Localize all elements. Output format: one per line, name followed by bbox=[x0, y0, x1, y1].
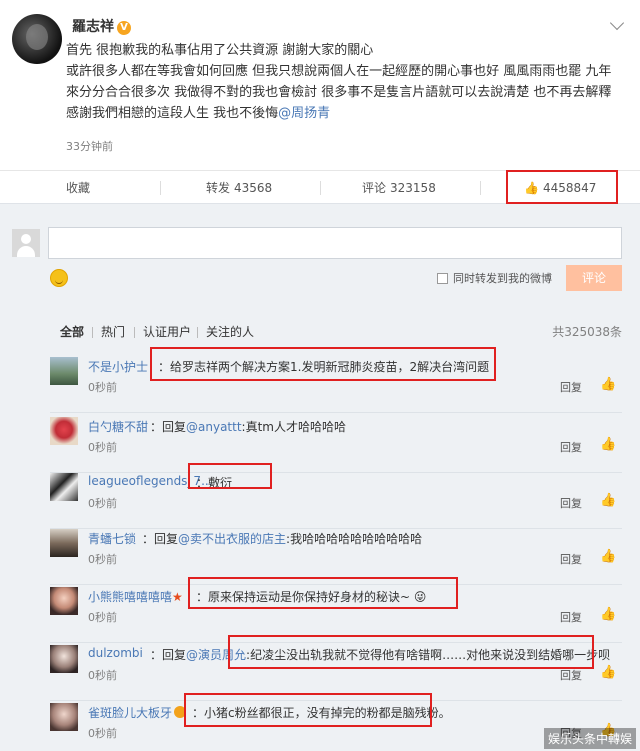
commenter-name[interactable]: 不是小护士 bbox=[88, 358, 148, 375]
divider bbox=[92, 327, 93, 338]
post-mention-link[interactable]: @周扬青 bbox=[278, 106, 330, 121]
user-placeholder-icon bbox=[12, 229, 40, 257]
comment-count: 323158 bbox=[390, 181, 436, 195]
highlight-box bbox=[184, 693, 432, 727]
highlight-box bbox=[228, 635, 594, 669]
also-repost-label: 同时转发到我的微博 bbox=[453, 272, 552, 285]
tab-hot[interactable]: 热门 bbox=[101, 320, 125, 344]
comment-time: 0秒前 bbox=[88, 441, 117, 454]
repost-count: 43568 bbox=[234, 181, 273, 195]
thumbs-up-icon[interactable]: 👍 bbox=[600, 377, 616, 392]
comment-filter-bar: 全部 热门 认证用户 关注的人 共325038条 bbox=[0, 320, 640, 344]
chevron-down-icon[interactable] bbox=[609, 15, 625, 31]
thumbs-up-icon[interactable]: 👍 bbox=[600, 549, 616, 564]
comment-time: 0秒前 bbox=[88, 553, 117, 566]
commenter-avatar[interactable] bbox=[50, 357, 78, 385]
vip-star-icon: ★ bbox=[172, 590, 183, 604]
repost-button[interactable]: 转发 43568 bbox=[206, 171, 272, 205]
reply-button[interactable]: 回复 bbox=[560, 551, 582, 567]
reply-button[interactable]: 回复 bbox=[560, 609, 582, 625]
mention-link[interactable]: @卖不出衣服的店主 bbox=[178, 532, 286, 546]
post-line: 來分分合合很多次 我做得不對的我也會檢討 很多事不是隻言片語就可以去說清楚 也不… bbox=[66, 85, 612, 100]
author-name[interactable]: 羅志祥 bbox=[72, 19, 114, 35]
weibo-post-card: 羅志祥 V 首先 很抱歉我的私事佔用了公共資源 謝謝大家的關心 或許很多人都在等我… bbox=[0, 0, 640, 204]
tab-all[interactable]: 全部 bbox=[60, 320, 84, 344]
repost-label: 转发 bbox=[206, 181, 231, 195]
commenter-name[interactable]: 白勺糖不甜 bbox=[88, 418, 148, 435]
comment-button[interactable]: 评论 323158 bbox=[362, 171, 436, 205]
reply-prefix: ：回复 bbox=[142, 532, 179, 546]
commenter-name[interactable]: 小熊熊嘻嘻嘻嘻 bbox=[88, 590, 172, 604]
post-text: 首先 很抱歉我的私事佔用了公共資源 謝謝大家的關心 或許很多人都在等我會如何回應… bbox=[66, 40, 626, 124]
post-line: 首先 很抱歉我的私事佔用了公共資源 謝謝大家的關心 bbox=[66, 43, 374, 58]
commenter-avatar[interactable] bbox=[50, 587, 78, 615]
comment-time: 0秒前 bbox=[88, 381, 117, 394]
commenter-avatar[interactable] bbox=[50, 703, 78, 731]
comment-time: 0秒前 bbox=[88, 727, 117, 740]
also-repost-checkbox[interactable] bbox=[437, 273, 448, 284]
highlight-box bbox=[188, 463, 272, 489]
comment-text: ：回复@anyattt:真tm人才哈哈哈哈 bbox=[150, 418, 346, 435]
commenter-avatar[interactable] bbox=[50, 417, 78, 445]
tab-following[interactable]: 关注的人 bbox=[206, 320, 254, 344]
comment-item: leagueoflegends_7... ：敷衍 0秒前 回复 👍 bbox=[0, 469, 640, 529]
reply-prefix: ：回复 bbox=[150, 648, 187, 662]
thumbs-up-icon[interactable]: 👍 bbox=[600, 437, 616, 452]
divider bbox=[160, 181, 161, 195]
comment-section: 同时转发到我的微博 评论 全部 热门 认证用户 关注的人 共325038条 不是… bbox=[0, 205, 640, 751]
post-timestamp[interactable]: 33分钟前 bbox=[66, 138, 113, 154]
comment-item: 白勺糖不甜 ：回复@anyattt:真tm人才哈哈哈哈 0秒前 回复 👍 bbox=[0, 413, 640, 473]
highlight-box bbox=[150, 347, 496, 381]
comment-body: :真tm人才哈哈哈哈 bbox=[241, 420, 346, 434]
submit-comment-button[interactable]: 评论 bbox=[566, 265, 622, 291]
comment-time: 0秒前 bbox=[88, 669, 117, 682]
comment-time: 0秒前 bbox=[88, 611, 117, 624]
mention-link[interactable]: @anyattt bbox=[186, 420, 242, 434]
reply-button[interactable]: 回复 bbox=[560, 379, 582, 395]
comment-item: 青蟠七锁 ：回复@卖不出衣服的店主:我哈哈哈哈哈哈哈哈哈哈 0秒前 回复 👍 bbox=[0, 525, 640, 585]
emoji-icon[interactable] bbox=[50, 269, 68, 287]
comment-total-count: 共325038条 bbox=[552, 325, 622, 339]
divider bbox=[480, 181, 481, 195]
commenter-avatar[interactable] bbox=[50, 645, 78, 673]
tab-verified-users[interactable]: 认证用户 bbox=[143, 320, 191, 344]
favorite-button[interactable]: 收藏 bbox=[66, 171, 90, 205]
commenter-name[interactable]: 青蟠七锁 bbox=[88, 530, 136, 547]
author-avatar[interactable] bbox=[12, 14, 62, 64]
post-line: 或許很多人都在等我會如何回應 但我只想說兩個人在一起經歷的開心事也好 風風雨雨也… bbox=[66, 64, 612, 79]
reply-prefix: ：回复 bbox=[150, 420, 187, 434]
watermark: 娱乐头条中轉娱 bbox=[543, 728, 636, 749]
reply-button[interactable]: 回复 bbox=[560, 439, 582, 455]
thumbs-up-icon[interactable]: 👍 bbox=[600, 493, 616, 508]
divider bbox=[320, 181, 321, 195]
commenter-avatar[interactable] bbox=[50, 473, 78, 501]
commenter-name[interactable]: 雀斑脸儿大板牙 bbox=[88, 706, 172, 720]
comment-label: 评论 bbox=[362, 181, 387, 195]
commenter-name[interactable]: dulzombi bbox=[88, 646, 143, 660]
verified-badge: V bbox=[117, 21, 131, 35]
comment-text: ：回复@卖不出衣服的店主:我哈哈哈哈哈哈哈哈哈哈 bbox=[142, 530, 422, 547]
highlight-box bbox=[506, 170, 618, 204]
comment-time: 0秒前 bbox=[88, 497, 117, 510]
post-line: 感謝我們相戀的這段人生 我也不後悔 bbox=[66, 106, 279, 121]
reply-button[interactable]: 回复 bbox=[560, 495, 582, 511]
comment-body: :我哈哈哈哈哈哈哈哈哈哈 bbox=[286, 532, 423, 546]
thumbs-up-icon[interactable]: 👍 bbox=[600, 607, 616, 622]
highlight-box bbox=[188, 577, 458, 609]
reply-button[interactable]: 回复 bbox=[560, 667, 582, 683]
thumbs-up-icon[interactable]: 👍 bbox=[600, 665, 616, 680]
divider bbox=[134, 327, 135, 338]
comment-input[interactable] bbox=[48, 227, 622, 259]
commenter-avatar[interactable] bbox=[50, 529, 78, 557]
divider bbox=[197, 327, 198, 338]
